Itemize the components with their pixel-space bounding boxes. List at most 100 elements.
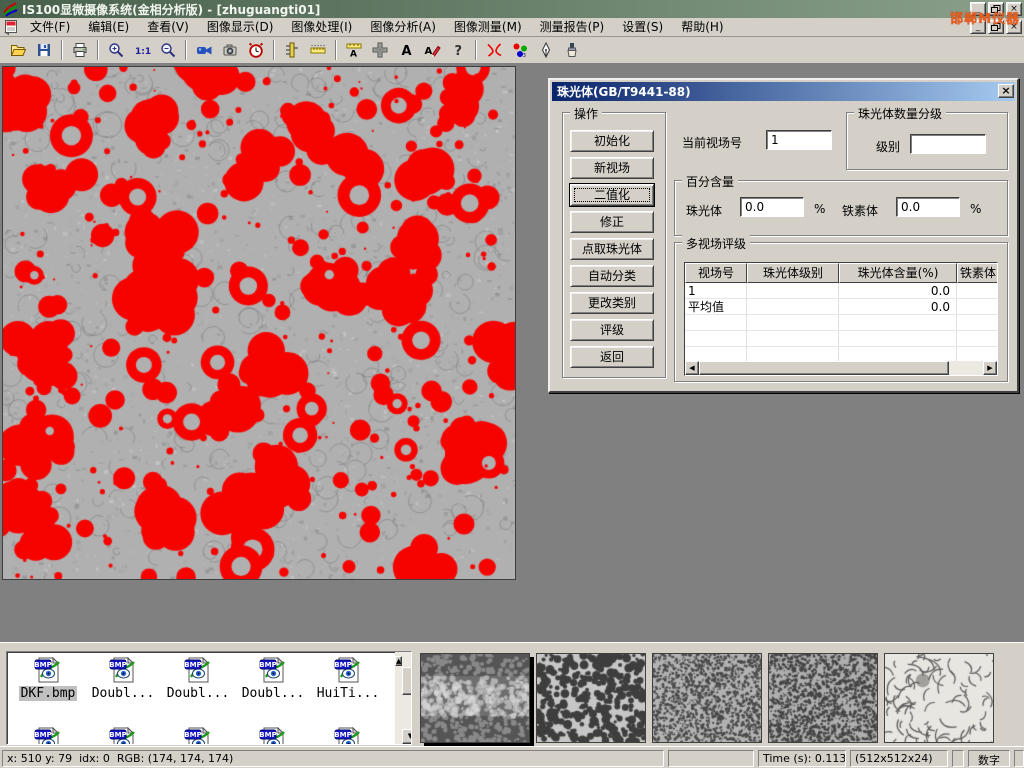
init-button[interactable]: 初始化	[570, 130, 654, 152]
actual-size-button[interactable]: 1:1	[129, 38, 155, 62]
save-file-button[interactable]	[31, 38, 57, 62]
scroll-up-arrow[interactable]: ▲	[395, 656, 402, 666]
file-item[interactable]: BMP HuiTi...	[311, 656, 385, 701]
ruler-tool-button[interactable]	[305, 38, 331, 62]
file-item[interactable]: BMP Doubl...	[86, 656, 160, 701]
annotate-text-button[interactable]: A	[419, 38, 445, 62]
menu-image-measure[interactable]: 图像测量(M)	[445, 19, 531, 36]
curve-tool-button[interactable]	[481, 38, 507, 62]
grading-table: 视场号 珠光体级别 珠光体含量(%) 铁素体 1 0.0 平均值 0.0	[684, 262, 998, 376]
grade-button[interactable]: 评级	[570, 319, 654, 341]
dialog-close-button[interactable]: ×	[998, 84, 1014, 98]
correct-button[interactable]: 修正	[570, 211, 654, 233]
pearlite-percent-sign: %	[814, 202, 825, 216]
video-capture-button[interactable]	[191, 38, 217, 62]
file-item[interactable]: BMP	[311, 726, 385, 745]
help-button[interactable]: ?	[445, 38, 471, 62]
new-field-button[interactable]: 新视场	[570, 157, 654, 179]
pen-tool-button[interactable]	[533, 38, 559, 62]
image-dimensions-status: (512x512x24)	[850, 750, 948, 767]
file-name: HuiTi...	[315, 686, 382, 701]
scroll-right-arrow[interactable]: ▶	[983, 361, 997, 375]
bmp-file-icon: BMP	[333, 726, 363, 745]
bmp-file-icon: BMP	[108, 726, 138, 745]
scroll-thumb[interactable]	[699, 361, 949, 375]
thumbnail-4[interactable]	[768, 653, 878, 743]
status-panel-empty	[952, 750, 964, 767]
svg-text:BMP: BMP	[334, 731, 351, 739]
cell-field: 1	[685, 283, 747, 299]
thumbnail-5[interactable]	[884, 653, 994, 743]
svg-text:BMP: BMP	[109, 731, 126, 739]
file-item[interactable]: BMP	[161, 726, 235, 745]
menu-report[interactable]: 测量报告(P)	[531, 19, 614, 36]
menu-edit[interactable]: 编辑(E)	[79, 19, 138, 36]
printer-icon	[72, 42, 88, 58]
time-status: Time (s): 0.113	[758, 750, 846, 767]
file-name: DKF.bmp	[19, 686, 78, 701]
menu-view[interactable]: 查看(V)	[138, 19, 198, 36]
scroll-down-arrow[interactable]: ▼	[402, 729, 412, 744]
timer-button[interactable]	[243, 38, 269, 62]
menu-image-display[interactable]: 图像显示(D)	[198, 19, 283, 36]
mode-status: 数字	[968, 750, 1010, 767]
menu-file[interactable]: 文件(F)	[21, 19, 79, 36]
pearlite-value-input[interactable]	[740, 197, 804, 217]
metallographic-image[interactable]	[2, 66, 516, 580]
menu-image-analysis[interactable]: 图像分析(A)	[361, 19, 445, 36]
toolbar-separator	[273, 40, 275, 60]
measure-text-button[interactable]: A	[341, 38, 367, 62]
svg-text:A: A	[350, 50, 357, 59]
file-item[interactable]: BMP Doubl...	[161, 656, 235, 701]
scroll-thumb[interactable]	[402, 667, 412, 695]
change-class-button[interactable]: 更改类别	[570, 292, 654, 314]
zoom-in-button[interactable]	[103, 38, 129, 62]
file-item[interactable]: BMP	[11, 726, 85, 745]
return-button[interactable]: 返回	[570, 346, 654, 368]
ferrite-value-input[interactable]	[896, 197, 960, 217]
thumbnail-1[interactable]	[420, 653, 530, 743]
menu-settings[interactable]: 设置(S)	[613, 19, 672, 36]
file-list-scrollbar: ▲ ▼	[395, 652, 411, 744]
toolbar-separator	[97, 40, 99, 60]
text-tool-button[interactable]: A	[393, 38, 419, 62]
file-item[interactable]: BMP Doubl...	[236, 656, 310, 701]
brush-tool-button[interactable]	[559, 38, 585, 62]
level-input[interactable]	[910, 134, 986, 154]
camera-capture-button[interactable]	[217, 38, 243, 62]
title-bar: IS100显微摄像系统(金相分析版) - [zhuguangti01]	[0, 0, 1024, 18]
pen-nib-icon	[540, 42, 552, 58]
file-item[interactable]: BMP	[236, 726, 310, 745]
svg-text:BMP: BMP	[184, 731, 201, 739]
scroll-left-arrow[interactable]: ◀	[685, 361, 699, 375]
table-row-empty	[685, 315, 997, 331]
print-button[interactable]	[67, 38, 93, 62]
thumbnail-3[interactable]	[652, 653, 762, 743]
pick-pearlite-button[interactable]: 点取珠光体	[570, 238, 654, 260]
svg-text:1:1: 1:1	[135, 47, 151, 57]
scroll-track[interactable]	[949, 361, 983, 375]
caliper-tool-button[interactable]	[279, 38, 305, 62]
bmp-file-icon: BMP	[183, 656, 213, 684]
menu-image-processing[interactable]: 图像处理(I)	[282, 19, 361, 36]
menu-help[interactable]: 帮助(H)	[672, 19, 732, 36]
svg-text:?: ?	[455, 44, 463, 58]
file-item[interactable]: BMP	[86, 726, 160, 745]
current-field-input[interactable]	[766, 130, 832, 150]
table-row[interactable]: 平均值 0.0	[685, 299, 997, 315]
auto-classify-button[interactable]: 自动分类	[570, 265, 654, 287]
zoom-out-button[interactable]	[155, 38, 181, 62]
classify-markers-button[interactable]: 3	[507, 38, 533, 62]
file-item[interactable]: BMP DKF.bmp	[11, 656, 85, 701]
red-curve-icon	[486, 42, 503, 58]
thumbnail-2[interactable]	[536, 653, 646, 743]
current-field-label: 当前视场号	[682, 134, 742, 151]
table-row[interactable]: 1 0.0	[685, 283, 997, 299]
dialog-title-bar[interactable]: 珠光体(GB/T9441-88)	[552, 82, 1015, 101]
ruler-text-icon: A	[346, 42, 362, 58]
open-file-button[interactable]	[5, 38, 31, 62]
letter-a-icon: A	[398, 42, 414, 58]
letter-a-pencil-icon: A	[424, 42, 441, 58]
grid-tool-button[interactable]	[367, 38, 393, 62]
binarize-button[interactable]: 二值化	[570, 184, 654, 206]
